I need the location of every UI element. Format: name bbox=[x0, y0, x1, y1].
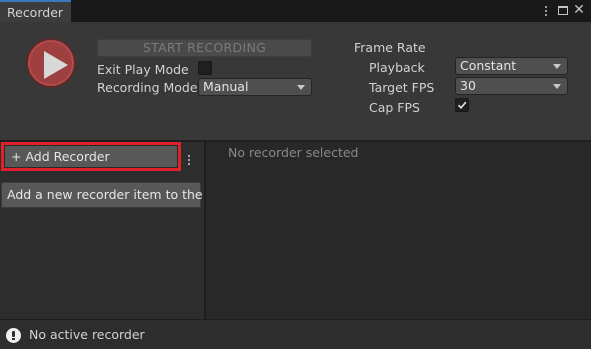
target-fps-dropdown[interactable]: 30 bbox=[455, 77, 568, 95]
kebab-menu-icon bbox=[184, 152, 194, 167]
add-recorder-tooltip: Add a new recorder item to the list bbox=[1, 182, 225, 208]
recording-mode-label: Recording Mode bbox=[97, 80, 198, 95]
playback-label: Playback bbox=[369, 60, 425, 75]
status-bar: No active recorder bbox=[0, 319, 591, 349]
status-text: No active recorder bbox=[29, 327, 145, 342]
kebab-menu-icon bbox=[539, 3, 553, 18]
cap-fps-label: Cap FPS bbox=[369, 100, 420, 115]
chevron-down-icon bbox=[553, 84, 561, 89]
exit-play-mode-label: Exit Play Mode bbox=[97, 62, 189, 77]
info-icon bbox=[6, 328, 21, 343]
window-menu-button[interactable] bbox=[539, 3, 553, 18]
recorder-detail-panel: No recorder selected bbox=[206, 142, 591, 319]
chevron-down-icon bbox=[553, 64, 561, 69]
target-fps-value: 30 bbox=[460, 78, 476, 93]
start-recording-play-button[interactable] bbox=[26, 38, 76, 88]
exit-play-mode-checkbox[interactable] bbox=[198, 61, 212, 75]
checkmark-icon bbox=[457, 101, 467, 109]
no-recorder-selected-message: No recorder selected bbox=[228, 145, 359, 160]
playback-dropdown[interactable]: Constant bbox=[455, 57, 568, 75]
recorder-list-menu-button[interactable] bbox=[184, 152, 194, 166]
add-recorder-button[interactable]: + Add Recorder bbox=[4, 145, 178, 168]
maximize-icon bbox=[558, 6, 568, 15]
play-icon bbox=[44, 51, 68, 79]
playback-value: Constant bbox=[460, 58, 517, 73]
target-fps-label: Target FPS bbox=[369, 80, 435, 95]
chevron-down-icon bbox=[297, 85, 305, 90]
recorder-list-panel: + Add Recorder Add a new recorder item t… bbox=[0, 142, 225, 319]
close-button[interactable]: ✕ bbox=[572, 3, 586, 18]
recording-mode-dropdown[interactable]: Manual bbox=[198, 78, 312, 96]
cap-fps-checkbox[interactable] bbox=[455, 98, 469, 112]
start-recording-button[interactable]: START RECORDING bbox=[97, 39, 312, 57]
tab-recorder[interactable]: Recorder bbox=[0, 0, 71, 22]
close-icon: ✕ bbox=[573, 2, 585, 18]
recording-mode-value: Manual bbox=[203, 79, 249, 94]
maximize-button[interactable] bbox=[556, 3, 570, 18]
recorder-settings-panel: START RECORDING Exit Play Mode Recording… bbox=[0, 22, 591, 140]
window-tab-bar: Recorder ✕ bbox=[0, 0, 591, 22]
frame-rate-heading: Frame Rate bbox=[354, 40, 426, 55]
